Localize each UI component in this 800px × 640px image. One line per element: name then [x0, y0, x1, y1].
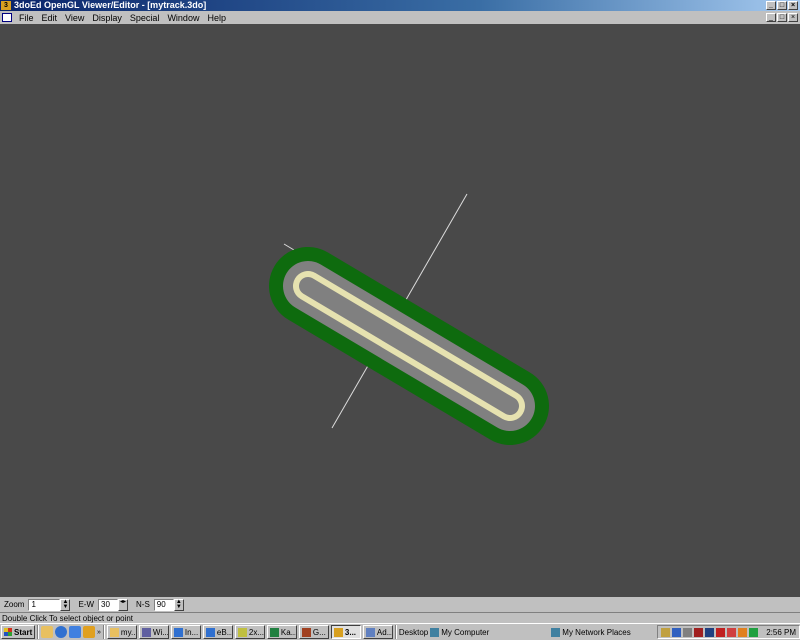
- zoom-field[interactable]: 1: [28, 598, 61, 611]
- start-button[interactable]: Start: [1, 625, 35, 639]
- title-bar[interactable]: 3 3doEd OpenGL Viewer/Editor - [mytrack.…: [0, 0, 800, 11]
- tray-icon[interactable]: [661, 627, 671, 637]
- task-button-eb[interactable]: eB...: [202, 625, 233, 639]
- menu-window[interactable]: Window: [163, 13, 203, 23]
- status-bar: Double Click To select object or point: [0, 612, 800, 623]
- tray-icon[interactable]: [727, 627, 737, 637]
- my-computer-toolbar[interactable]: My Computer: [430, 627, 489, 637]
- app-icon: [333, 627, 343, 637]
- ns-label: N-S: [136, 600, 150, 609]
- document-icon[interactable]: [2, 13, 12, 22]
- ew-field[interactable]: 30: [98, 598, 119, 611]
- ew-spinner[interactable]: ◂▸: [118, 598, 129, 611]
- network-icon: [551, 627, 561, 637]
- minimize-button[interactable]: _: [766, 1, 776, 10]
- doc-restore-button[interactable]: □: [777, 13, 787, 22]
- zoom-label: Zoom: [4, 600, 25, 609]
- task-button-ka[interactable]: Ka...: [266, 625, 297, 639]
- outlook-quicklaunch-icon[interactable]: [69, 626, 81, 638]
- menu-file[interactable]: File: [15, 13, 38, 23]
- menu-bar: File Edit View Display Special Window He…: [0, 11, 800, 24]
- tray-icon[interactable]: [738, 627, 748, 637]
- tray-icon[interactable]: [716, 627, 726, 637]
- clock[interactable]: 2:56 PM: [766, 628, 796, 637]
- app-icon: [301, 627, 311, 637]
- app-icon: [365, 627, 375, 637]
- axis-tick: [283, 243, 295, 251]
- computer-icon: [430, 627, 440, 637]
- maximize-button[interactable]: □: [777, 1, 787, 10]
- network-places-toolbar[interactable]: My Network Places: [551, 627, 631, 637]
- ns-spinner[interactable]: ▲ ▼: [173, 598, 184, 611]
- view-controls: Zoom 1 ▲ ▼ E-W 30 ◂▸ N-S 90 ▲ ▼: [0, 597, 800, 612]
- track-scene: [269, 193, 549, 445]
- app-icon: [269, 627, 279, 637]
- tray-icon[interactable]: [705, 627, 715, 637]
- menu-display[interactable]: Display: [88, 13, 126, 23]
- task-button-g[interactable]: G...: [298, 625, 329, 639]
- browser-icon: [173, 627, 183, 637]
- menu-edit[interactable]: Edit: [38, 13, 62, 23]
- tray-icon[interactable]: [749, 627, 759, 637]
- taskbar: Start » my... Wi... In... eB... 2x... Ka…: [0, 623, 800, 640]
- task-button-ad[interactable]: Ad...: [362, 625, 393, 639]
- task-button-2x[interactable]: 2x...: [234, 625, 265, 639]
- volume-icon[interactable]: [683, 627, 693, 637]
- doc-minimize-button[interactable]: _: [766, 13, 776, 22]
- opengl-viewport[interactable]: [0, 24, 800, 597]
- ns-field[interactable]: 90: [153, 598, 174, 611]
- app-icon[interactable]: 3: [1, 1, 11, 10]
- folder-quicklaunch-icon[interactable]: [41, 626, 53, 638]
- task-button-3doed[interactable]: 3...: [330, 625, 361, 639]
- zoom-spinner[interactable]: ▲ ▼: [60, 598, 71, 611]
- ie-quicklaunch-icon[interactable]: [55, 626, 67, 638]
- desktop-toolbar[interactable]: Desktop: [399, 628, 428, 637]
- task-button-wi[interactable]: Wi...: [138, 625, 169, 639]
- task-button-in[interactable]: In...: [170, 625, 201, 639]
- menu-special[interactable]: Special: [126, 13, 164, 23]
- browser-icon: [205, 627, 215, 637]
- app-icon: [237, 627, 247, 637]
- app-icon: [141, 627, 151, 637]
- close-button[interactable]: ×: [788, 1, 798, 10]
- window-title: 3doEd OpenGL Viewer/Editor - [mytrack.3d…: [14, 0, 207, 10]
- quicklaunch-chevron-icon[interactable]: »: [97, 629, 101, 636]
- tray-icon[interactable]: [672, 627, 682, 637]
- doc-close-button[interactable]: ×: [788, 13, 798, 22]
- start-label: Start: [14, 627, 33, 637]
- menu-view[interactable]: View: [61, 13, 88, 23]
- task-button-my[interactable]: my...: [106, 625, 137, 639]
- ew-label: E-W: [78, 600, 95, 609]
- windows-flag-icon: [4, 628, 12, 636]
- system-tray: 2:56 PM: [657, 625, 800, 639]
- tray-icon[interactable]: [694, 627, 704, 637]
- menu-help[interactable]: Help: [203, 13, 230, 23]
- media-quicklaunch-icon[interactable]: [83, 626, 95, 638]
- folder-icon: [109, 627, 119, 637]
